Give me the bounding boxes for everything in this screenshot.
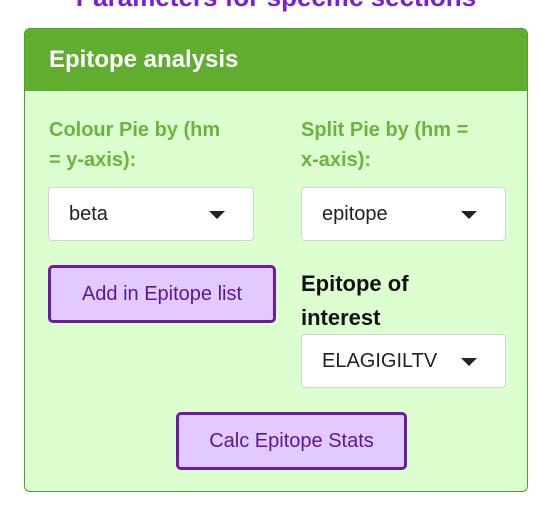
split-pie-label: Split Pie by (hm = x-axis): bbox=[301, 115, 468, 175]
calc-epitope-stats-button[interactable]: Calc Epitope Stats bbox=[176, 412, 407, 470]
epitope-analysis-panel: Epitope analysis Colour Pie by (hm = y-a… bbox=[24, 28, 528, 492]
colour-pie-selected-value: beta bbox=[69, 203, 108, 225]
epitope-of-interest-select[interactable]: ELAGIGILTV bbox=[301, 334, 506, 388]
split-pie-label-line1: Split Pie by (hm = bbox=[301, 119, 469, 141]
caret-down-icon bbox=[461, 211, 477, 219]
split-pie-select[interactable]: epitope bbox=[301, 187, 506, 241]
epitope-of-interest-label: Epitope of interest bbox=[301, 267, 409, 335]
colour-pie-label-line2: = y-axis): bbox=[49, 149, 137, 171]
epitope-of-interest-selected-value: ELAGIGILTV bbox=[322, 350, 438, 372]
epitope-of-interest-label-line2: interest bbox=[301, 305, 381, 330]
split-pie-selected-value: epitope bbox=[322, 203, 388, 225]
epitope-of-interest-label-line1: Epitope of bbox=[301, 271, 409, 296]
split-pie-label-line2: x-axis): bbox=[301, 149, 372, 171]
caret-down-icon bbox=[461, 358, 477, 366]
colour-pie-label: Colour Pie by (hm = y-axis): bbox=[49, 115, 220, 175]
colour-pie-select[interactable]: beta bbox=[48, 187, 254, 241]
page: Parameters for specific sections Epitope… bbox=[0, 0, 552, 522]
panel-header: Epitope analysis bbox=[25, 29, 527, 91]
section-heading: Parameters for specific sections bbox=[0, 0, 552, 12]
caret-down-icon bbox=[209, 211, 225, 219]
colour-pie-label-line1: Colour Pie by (hm bbox=[49, 119, 221, 141]
add-in-epitope-list-button[interactable]: Add in Epitope list bbox=[48, 265, 276, 323]
